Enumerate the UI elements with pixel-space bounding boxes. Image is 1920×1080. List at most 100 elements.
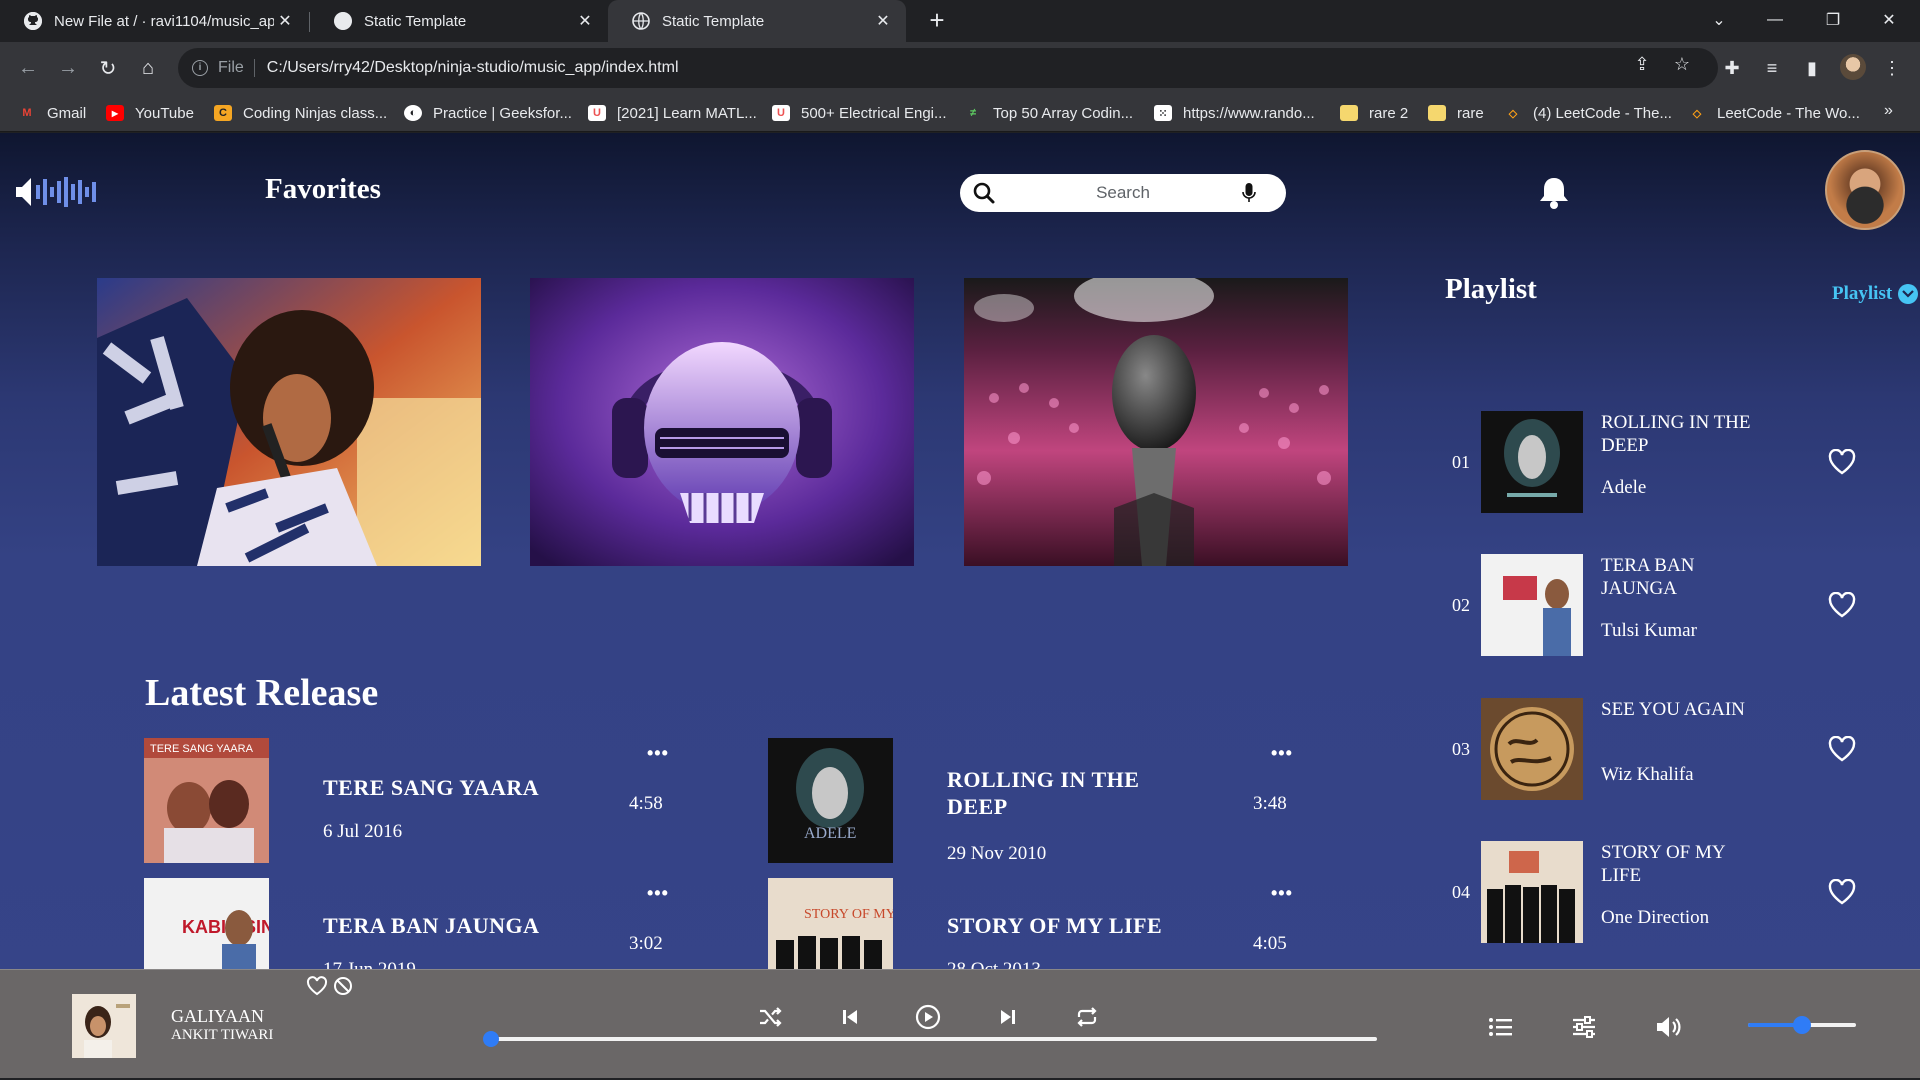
release-item[interactable]: TERE SANG YAARA TERE SANG YAARA 6 Jul 20…	[144, 738, 684, 863]
bookmark-item[interactable]: ⁙ https://www.rando...	[1154, 94, 1315, 132]
interviewbit-icon: ≠	[969, 107, 977, 119]
queue-list-icon[interactable]	[1487, 1014, 1515, 1040]
playlist-dropdown-link[interactable]: Playlist	[1832, 283, 1919, 305]
bookmark-item[interactable]: ≠ Top 50 Array Codin...	[964, 94, 1133, 132]
playlist-number: 03	[1452, 739, 1470, 759]
bookmark-star-icon[interactable]: ☆	[1668, 54, 1696, 75]
next-track-icon[interactable]	[994, 1003, 1022, 1031]
browser-profile-avatar[interactable]	[1840, 54, 1866, 80]
youtube-icon: ▶	[106, 105, 124, 121]
bookmark-item[interactable]: U 500+ Electrical Engi...	[772, 94, 947, 132]
like-heart-icon[interactable]	[306, 976, 328, 996]
block-icon[interactable]	[333, 976, 353, 996]
bookmark-item[interactable]: U [2021] Learn MATL...	[588, 94, 757, 132]
volume-knob[interactable]	[1793, 1016, 1811, 1034]
progress-knob[interactable]	[483, 1031, 499, 1047]
playback-progress-slider[interactable]	[483, 1031, 1377, 1047]
bookmark-item[interactable]: rare	[1428, 94, 1484, 132]
cover-caption: STORY OF MY LIFE	[804, 907, 893, 922]
close-tab-icon[interactable]: ✕	[274, 11, 296, 31]
volume-slider[interactable]	[1748, 1016, 1856, 1034]
minimize-icon[interactable]: —	[1752, 0, 1798, 40]
home-icon[interactable]: ⌂	[132, 52, 164, 84]
tab-title: Static Template	[662, 12, 765, 30]
heart-icon[interactable]	[1828, 592, 1856, 618]
bookmark-item[interactable]: ◇ LeetCode - The Wo...	[1688, 94, 1860, 132]
new-tab-button[interactable]: +	[922, 6, 952, 36]
featured-singer-image[interactable]	[97, 278, 481, 566]
playlist-number: 04	[1452, 882, 1470, 902]
restore-icon[interactable]: ❐	[1810, 0, 1856, 40]
now-playing-cover-image	[72, 994, 136, 1058]
bookmark-item[interactable]: ▶ YouTube	[106, 94, 194, 132]
featured-skull-headphones-image[interactable]	[530, 278, 914, 566]
previous-track-icon[interactable]	[836, 1003, 864, 1031]
search-bar[interactable]: Search	[960, 174, 1286, 212]
heart-icon[interactable]	[1828, 736, 1856, 762]
chevron-down-icon[interactable]	[1898, 284, 1919, 304]
volume-icon[interactable]	[1655, 1014, 1683, 1040]
folder-icon	[1428, 105, 1446, 121]
reload-icon[interactable]: ↻	[92, 52, 124, 84]
logo-speaker-wave-icon[interactable]	[14, 175, 108, 209]
browser-tab-active[interactable]: Static Template ✕	[608, 0, 906, 42]
microphone-icon[interactable]	[1242, 183, 1256, 203]
geeksforgeeks-icon: ◐	[404, 105, 422, 121]
playlist-song-title: SEE YOU AGAIN	[1601, 699, 1745, 720]
page-title: Favorites	[265, 173, 381, 205]
info-icon[interactable]: i	[192, 60, 208, 76]
share-icon[interactable]: ⇪	[1628, 54, 1656, 75]
repeat-icon[interactable]	[1073, 1003, 1101, 1031]
more-options-icon[interactable]: •••	[647, 883, 669, 904]
browser-tab[interactable]: New File at / · ravi1104/music_ap ✕	[0, 0, 308, 42]
github-icon	[24, 12, 42, 30]
menu-kebab-icon[interactable]: ⋮	[1876, 52, 1908, 84]
release-item[interactable]: ADELE ROLLING IN THE DEEP 29 Nov 2010 3:…	[768, 738, 1308, 864]
more-options-icon[interactable]: •••	[1271, 883, 1293, 904]
bookmark-label: rare 2	[1369, 104, 1409, 122]
release-duration: 4:05	[1253, 933, 1287, 954]
now-playing-artist: ANKIT TIWARI	[171, 1027, 274, 1043]
playlist-item[interactable]: 01 ROLLING IN THE DEEP Adele	[1448, 411, 1868, 513]
shuffle-icon[interactable]	[756, 1003, 784, 1031]
bookmark-item[interactable]: ◐ Practice | Geeksfor...	[404, 94, 572, 132]
forward-icon[interactable]: →	[52, 52, 84, 84]
search-input[interactable]: Search	[960, 183, 1286, 203]
play-button-icon[interactable]	[914, 1003, 942, 1031]
bookmark-label: (4) LeetCode - The...	[1533, 104, 1672, 122]
bookmark-item[interactable]: rare 2	[1340, 94, 1408, 132]
media-control-icon[interactable]: ≡	[1756, 52, 1788, 84]
heart-icon[interactable]	[1828, 449, 1856, 475]
side-panel-icon[interactable]: ▮	[1796, 52, 1828, 84]
equalizer-sliders-icon[interactable]	[1570, 1014, 1598, 1040]
close-tab-icon[interactable]: ✕	[872, 11, 894, 31]
playlist-item[interactable]: 03 SEE YOU AGAIN Wiz Khalifa	[1448, 698, 1868, 800]
bookmark-item[interactable]: ◇ (4) LeetCode - The...	[1504, 94, 1672, 132]
bookmark-label: rare	[1457, 104, 1484, 122]
bookmarks-bar: M Gmail ▶ YouTube C Coding Ninjas class... …	[0, 94, 1920, 132]
bookmark-item[interactable]: C Coding Ninjas class...	[214, 94, 387, 132]
release-title: TERE SANG YAARA	[323, 775, 540, 800]
playlist-artist: Wiz Khalifa	[1601, 764, 1694, 785]
leetcode-icon: ◇	[1508, 107, 1518, 120]
featured-microphone-crowd-image[interactable]	[964, 278, 1348, 566]
close-window-icon[interactable]: ✕	[1866, 0, 1912, 40]
tab-search-chevron-icon[interactable]: ⌄	[1696, 0, 1742, 40]
playlist-cover-image	[1481, 554, 1583, 656]
bookmarks-overflow-icon[interactable]: »	[1884, 102, 1893, 120]
url-text[interactable]: C:/Users/rry42/Desktop/ninja-studio/musi…	[267, 59, 679, 77]
more-options-icon[interactable]: •••	[647, 743, 669, 764]
browser-tab[interactable]: Static Template ✕	[310, 0, 608, 42]
heart-icon[interactable]	[1828, 879, 1856, 905]
playlist-item[interactable]: 02 TERA BAN JAUNGA Tulsi Kumar	[1448, 554, 1868, 656]
extensions-icon[interactable]: ✚	[1716, 52, 1748, 84]
notification-bell-icon[interactable]	[1539, 176, 1569, 210]
close-tab-icon[interactable]: ✕	[574, 11, 596, 31]
bookmark-item[interactable]: M Gmail	[18, 94, 86, 132]
release-date: 6 Jul 2016	[323, 821, 403, 842]
back-icon[interactable]: ←	[12, 52, 44, 84]
more-options-icon[interactable]: •••	[1271, 743, 1293, 764]
user-avatar[interactable]	[1825, 150, 1905, 230]
address-bar[interactable]: i File C:/Users/rry42/Desktop/ninja-stud…	[178, 48, 1718, 88]
playlist-item[interactable]: 04 STORY OF MY LIFE One Direction	[1448, 841, 1868, 943]
